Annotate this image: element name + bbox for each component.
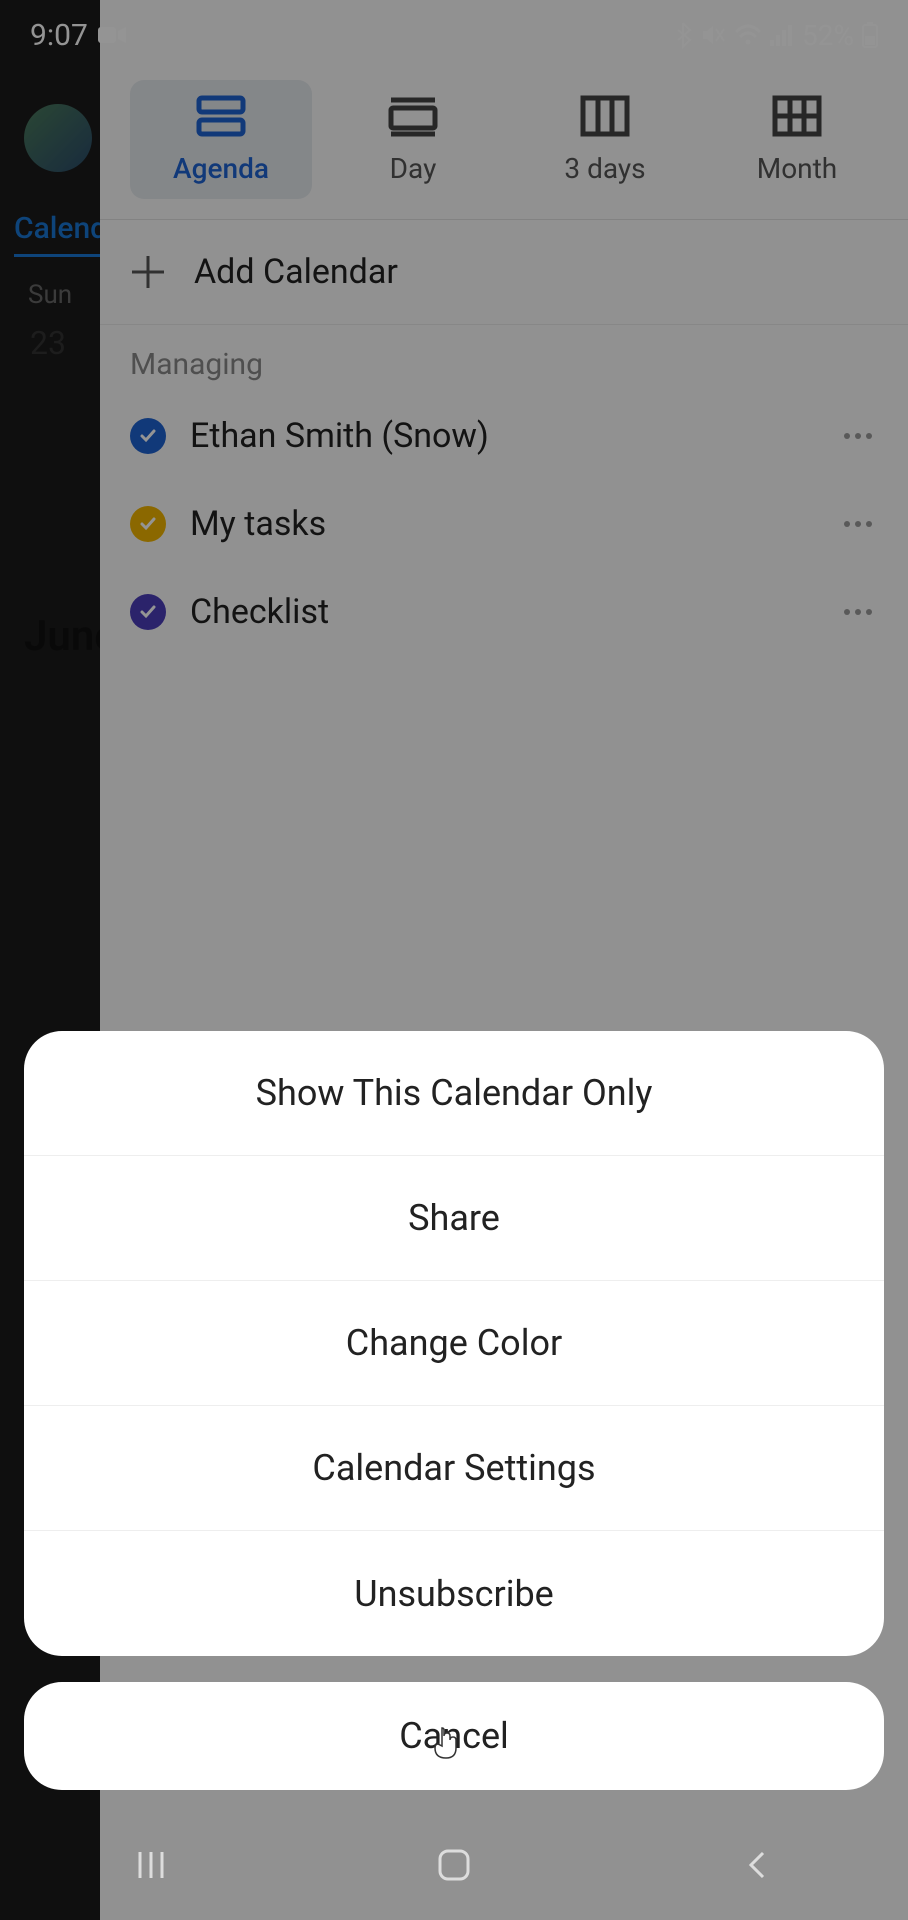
nav-recent-button[interactable] [126,1840,176,1890]
action-sheet: Show This Calendar Only Share Change Col… [24,1031,884,1656]
nav-home-button[interactable] [429,1840,479,1890]
sheet-item-calendar-settings[interactable]: Calendar Settings [24,1406,884,1531]
cancel-button[interactable]: Cancel [24,1682,884,1790]
sheet-item-change-color[interactable]: Change Color [24,1281,884,1406]
nav-back-button[interactable] [732,1840,782,1890]
cancel-label: Cancel [399,1715,509,1757]
sheet-item-share[interactable]: Share [24,1156,884,1281]
sheet-item-unsubscribe[interactable]: Unsubscribe [24,1531,884,1656]
nav-bar [0,1810,908,1920]
sheet-item-show-only[interactable]: Show This Calendar Only [24,1031,884,1156]
action-sheet-container: Show This Calendar Only Share Change Col… [24,1031,884,1790]
